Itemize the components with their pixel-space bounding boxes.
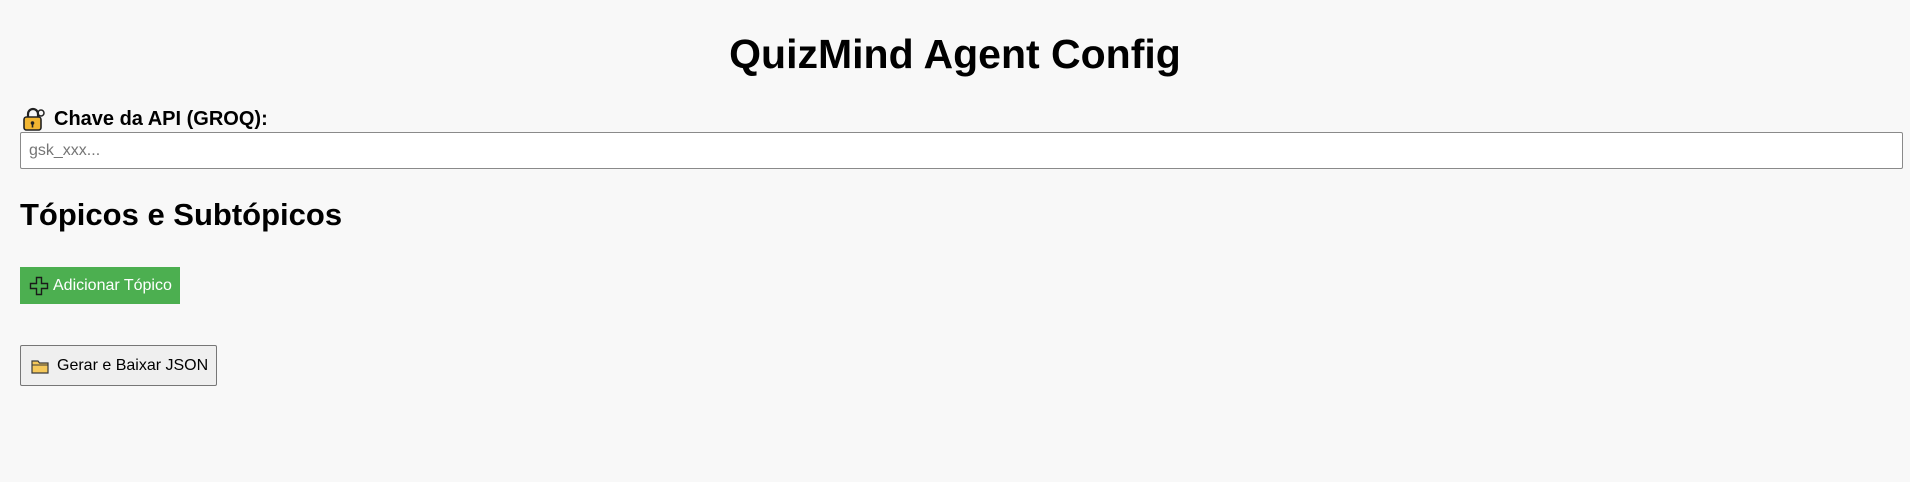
topics-section-title: Tópicos e Subtópicos: [20, 197, 343, 232]
add-topic-button[interactable]: Adicionar Tópico: [20, 267, 180, 304]
plus-icon: [29, 276, 49, 296]
generate-json-button[interactable]: Gerar e Baixar JSON: [20, 345, 217, 386]
api-key-input[interactable]: [20, 132, 1903, 169]
add-topic-button-label: Adicionar Tópico: [53, 276, 172, 294]
api-key-label-text: Chave da API (GROQ):: [54, 108, 268, 130]
api-key-label: Chave da API (GROQ):: [20, 106, 268, 132]
lock-key-icon: [20, 106, 46, 132]
folder-icon: [31, 358, 49, 374]
generate-json-button-label: Gerar e Baixar JSON: [57, 356, 209, 374]
page-title: QuizMind Agent Config: [729, 31, 1181, 77]
